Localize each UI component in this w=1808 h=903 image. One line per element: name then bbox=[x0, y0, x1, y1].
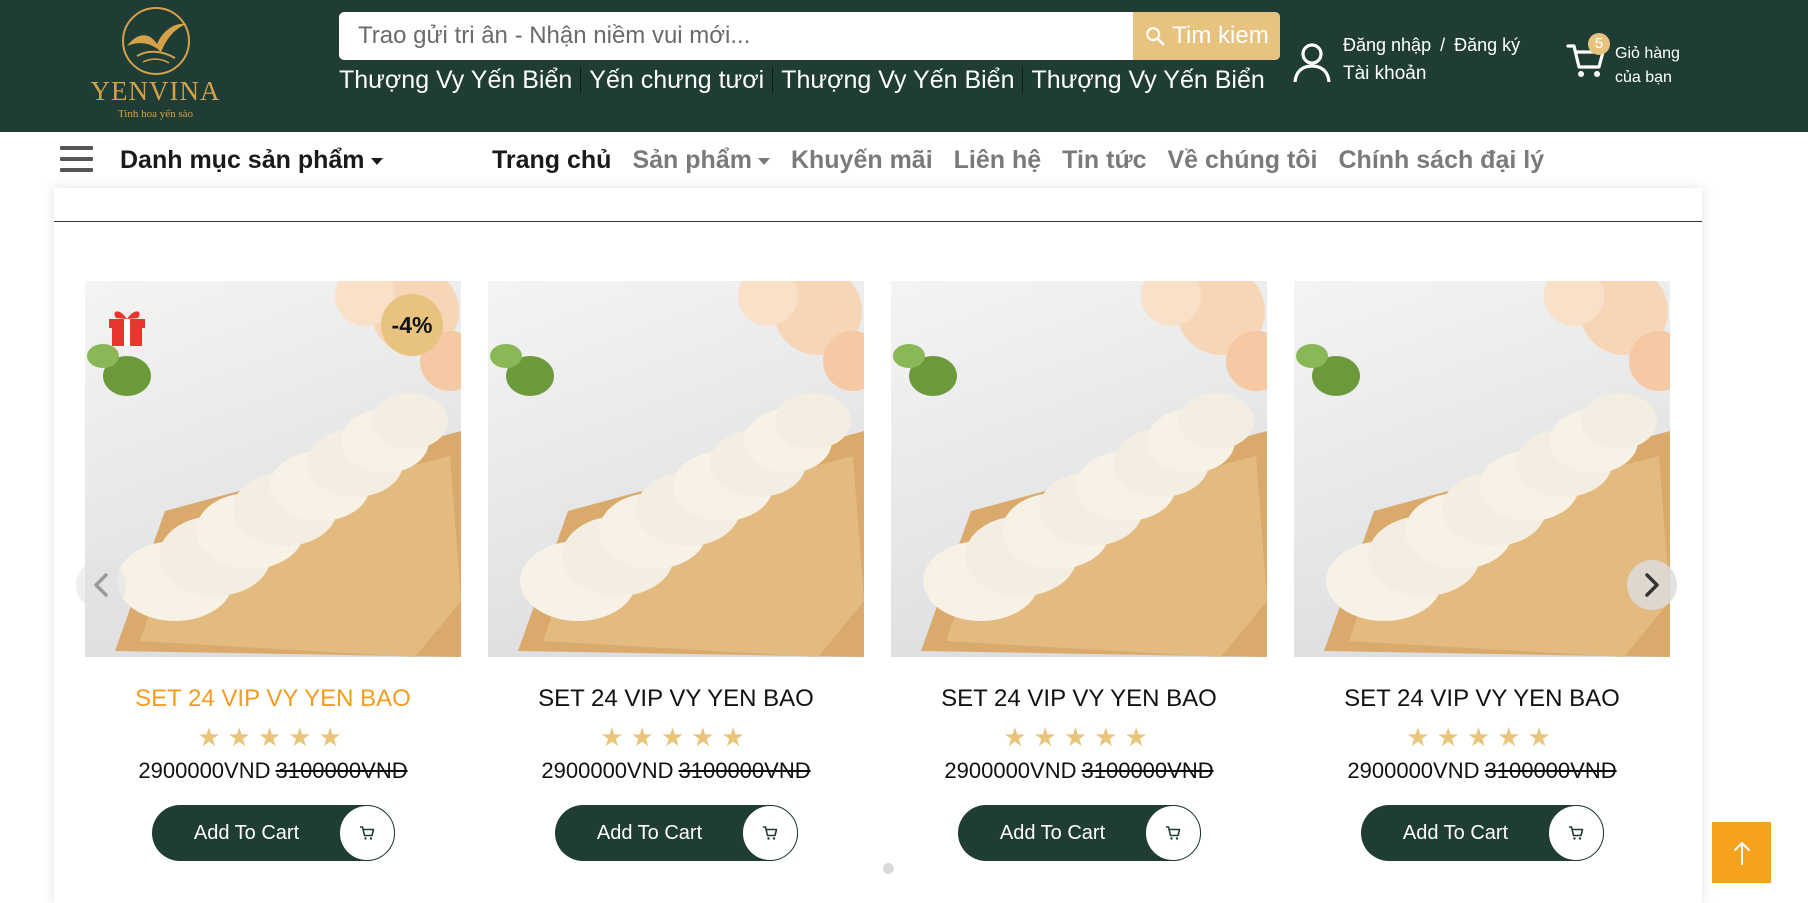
product-title[interactable]: SET 24 VIP VY YEN BAO bbox=[891, 685, 1267, 713]
bird-nest-photo bbox=[1296, 281, 1670, 657]
product-price: 2900000VND 3100000VND bbox=[1294, 758, 1670, 784]
cart-icon bbox=[1547, 805, 1604, 861]
original-price: 3100000VND bbox=[1484, 758, 1617, 783]
add-to-cart-button[interactable]: Add To Cart bbox=[554, 805, 798, 861]
user-icon[interactable] bbox=[1290, 40, 1334, 84]
hamburger-icon[interactable] bbox=[60, 146, 93, 174]
product-price: 2900000VND 3100000VND bbox=[85, 758, 461, 784]
cart-icon bbox=[338, 805, 395, 861]
category-menu-label: Danh mục sản phẩm bbox=[120, 146, 365, 174]
rating-stars: ★★★★★ bbox=[1003, 722, 1155, 752]
add-to-cart-label: Add To Cart bbox=[596, 822, 703, 844]
add-to-cart-button[interactable]: Add To Cart bbox=[151, 805, 395, 861]
product-title[interactable]: SET 24 VIP VY YEN BAO bbox=[85, 685, 461, 713]
hot-link[interactable]: Thượng Vy Yến Biển bbox=[1031, 66, 1264, 95]
cart-label: Giỏ hàng của bạn bbox=[1615, 42, 1680, 90]
gift-icon bbox=[109, 311, 145, 346]
product-card: -4% SET 24 VIP VY YEN BAO ★★★★★ 2900000V… bbox=[85, 281, 461, 861]
product-image[interactable] bbox=[488, 281, 864, 657]
divider bbox=[580, 67, 582, 93]
login-link[interactable]: Đăng nhập bbox=[1343, 35, 1431, 55]
product-card: SET 24 VIP VY YEN BAO ★★★★★ 2900000VND 31… bbox=[488, 281, 864, 861]
nav-item-products[interactable]: Sản phẩm bbox=[632, 146, 770, 175]
product-title[interactable]: SET 24 VIP VY YEN BAO bbox=[488, 685, 864, 713]
search-bar: Tim kiem bbox=[339, 12, 1280, 60]
carousel-dot[interactable] bbox=[883, 863, 894, 874]
logo[interactable]: YENVINA Tinh hoa yến sào bbox=[88, 0, 223, 130]
main-nav: Danh mục sản phẩm Trang chủ Sản phẩm Khu… bbox=[0, 132, 1808, 188]
sale-price: 2900000VND bbox=[1347, 758, 1480, 783]
hot-link[interactable]: Yến chưng tươi bbox=[589, 66, 764, 95]
divider bbox=[1022, 67, 1024, 93]
caret-down-icon bbox=[757, 157, 770, 165]
discount-badge: -4% bbox=[381, 294, 443, 356]
product-image[interactable]: -4% bbox=[85, 281, 461, 657]
sale-price: 2900000VND bbox=[138, 758, 271, 783]
cart-icon bbox=[1144, 805, 1201, 861]
add-to-cart-label: Add To Cart bbox=[1402, 822, 1509, 844]
hot-link[interactable]: Thượng Vy Yến Biển bbox=[781, 66, 1014, 95]
product-card: SET 24 VIP VY YEN BAO ★★★★★ 2900000VND 31… bbox=[1294, 281, 1670, 861]
search-button-label: Tim kiem bbox=[1172, 22, 1269, 49]
hot-link[interactable]: Thượng Vy Yến Biển bbox=[339, 66, 572, 95]
chevron-right-icon bbox=[1645, 573, 1659, 597]
search-button[interactable]: Tim kiem bbox=[1133, 12, 1280, 60]
account-link[interactable]: Tài khoản bbox=[1343, 63, 1426, 85]
bird-nest-photo bbox=[893, 281, 1267, 657]
account-area: Đăng nhập / Đăng ký Tài khoản bbox=[1290, 32, 1530, 92]
top-header: YENVINA Tinh hoa yến sào Tim kiem Thượng… bbox=[0, 0, 1808, 132]
nav-item-agency-policy[interactable]: Chính sách đại lý bbox=[1339, 146, 1545, 175]
sale-price: 2900000VND bbox=[541, 758, 674, 783]
product-price: 2900000VND 3100000VND bbox=[891, 758, 1267, 784]
logo-slogan: Tinh hoa yến sào bbox=[117, 108, 194, 120]
caret-down-icon bbox=[370, 157, 383, 165]
product-price: 2900000VND 3100000VND bbox=[488, 758, 864, 784]
add-to-cart-label: Add To Cart bbox=[193, 822, 300, 844]
cart-button[interactable]: 5 Giỏ hàng của bạn bbox=[1560, 30, 1690, 90]
product-section: -4% SET 24 VIP VY YEN BAO ★★★★★ 2900000V… bbox=[54, 188, 1702, 903]
arrow-up-icon bbox=[1733, 841, 1750, 865]
rating-stars: ★★★★★ bbox=[197, 722, 349, 752]
auth-links: Đăng nhập / Đăng ký bbox=[1343, 35, 1520, 56]
rating-stars: ★★★★★ bbox=[600, 722, 752, 752]
product-card: SET 24 VIP VY YEN BAO ★★★★★ 2900000VND 31… bbox=[891, 281, 1267, 861]
search-icon bbox=[1146, 27, 1165, 46]
add-to-cart-label: Add To Cart bbox=[999, 822, 1106, 844]
rating-stars: ★★★★★ bbox=[1406, 722, 1558, 752]
scroll-to-top-button[interactable] bbox=[1712, 822, 1771, 883]
hot-search-links: Thượng Vy Yến Biển Yến chưng tươi Thượng… bbox=[339, 64, 1265, 96]
logo-mark-icon bbox=[121, 7, 190, 75]
product-image[interactable] bbox=[1294, 281, 1670, 657]
logo-brand: YENVINA bbox=[90, 76, 221, 106]
cart-label-line1: Giỏ hàng bbox=[1615, 45, 1680, 62]
auth-separator: / bbox=[1440, 35, 1446, 55]
nav-item-promotions[interactable]: Khuyến mãi bbox=[791, 146, 933, 175]
cart-icon bbox=[741, 805, 798, 861]
register-link[interactable]: Đăng ký bbox=[1454, 35, 1520, 55]
cart-count-badge: 5 bbox=[1588, 33, 1610, 55]
chevron-left-icon bbox=[94, 573, 108, 597]
add-to-cart-button[interactable]: Add To Cart bbox=[1360, 805, 1604, 861]
add-to-cart-button[interactable]: Add To Cart bbox=[957, 805, 1201, 861]
search-input[interactable] bbox=[339, 12, 1133, 60]
carousel-prev-button[interactable] bbox=[76, 560, 126, 610]
nav-item-about[interactable]: Về chúng tôi bbox=[1168, 146, 1318, 175]
product-image[interactable] bbox=[891, 281, 1267, 657]
category-menu[interactable]: Danh mục sản phẩm bbox=[120, 146, 383, 175]
cart-label-line2: của bạn bbox=[1615, 69, 1672, 86]
nav-menu: Trang chủ Sản phẩm Khuyến mãi Liên hệ Ti… bbox=[492, 146, 1544, 175]
carousel-next-button[interactable] bbox=[1627, 560, 1677, 610]
nav-item-news[interactable]: Tin tức bbox=[1062, 146, 1146, 175]
section-divider bbox=[54, 221, 1702, 222]
nav-item-products-label: Sản phẩm bbox=[632, 146, 752, 174]
bird-nest-photo bbox=[490, 281, 864, 657]
original-price: 3100000VND bbox=[678, 758, 811, 783]
original-price: 3100000VND bbox=[1081, 758, 1214, 783]
nav-item-contact[interactable]: Liên hệ bbox=[954, 146, 1042, 175]
divider bbox=[772, 67, 774, 93]
original-price: 3100000VND bbox=[275, 758, 408, 783]
nav-item-home[interactable]: Trang chủ bbox=[492, 146, 611, 175]
product-title[interactable]: SET 24 VIP VY YEN BAO bbox=[1294, 685, 1670, 713]
sale-price: 2900000VND bbox=[944, 758, 1077, 783]
